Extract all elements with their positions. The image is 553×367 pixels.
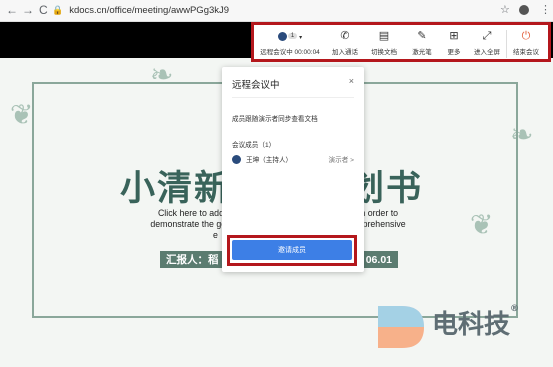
watermark-label: 电科技 [432, 310, 511, 340]
browser-bar: ← → C 🔒 kdocs.cn/office/meeting/awwPGg3k… [0, 0, 553, 22]
registered-mark: ® [510, 304, 520, 314]
member-row[interactable]: 王坤（主持人） 演示者 > [232, 153, 354, 165]
title-left: 小清新 [120, 169, 232, 209]
fullscreen-label: 进入全屏 [474, 49, 500, 56]
chevron-down-icon: ▾ [299, 35, 303, 41]
member-count: 会议成员（1） [232, 142, 276, 149]
join-call-button[interactable]: ✆ 加入通话 [326, 25, 364, 59]
brand-logo-icon [378, 306, 424, 348]
watermark-text: 电科技® [432, 304, 519, 341]
expand-icon: ⤢ [482, 30, 492, 42]
reporter-name: 汇报人：稻 [166, 254, 219, 266]
leaf-decoration-icon: ❦ [10, 99, 34, 130]
meeting-status[interactable]: 1 ▾ 远程会议中 00:00:04 [254, 25, 326, 59]
participants-icon: 1 ▾ [277, 29, 303, 43]
meeting-toolbar: 1 ▾ 远程会议中 00:00:04 ✆ 加入通话 ▤ 切换文档 ✎ 激光笔 ⊞ … [251, 22, 551, 62]
avatar [232, 154, 241, 164]
end-meeting-label: 结束会议 [513, 49, 539, 56]
more-label: 更多 [447, 49, 461, 56]
star-icon[interactable]: ☆ [500, 3, 510, 16]
lock-icon: 🔒 [52, 5, 64, 15]
power-icon: ⏻ [521, 30, 531, 42]
dialog-title: 远程会议中 [232, 80, 280, 91]
grid-icon: ⊞ [449, 30, 459, 42]
fullscreen-button[interactable]: ⤢ 进入全屏 [468, 25, 506, 59]
url-text: kdocs.cn/office/meeting/awwPGg3kJ9 [69, 5, 230, 16]
laser-pen-icon: ✎ [417, 30, 427, 42]
invite-members-button[interactable]: 邀请成员 [232, 240, 352, 260]
meeting-status-label: 远程会议中 [260, 49, 293, 56]
back-icon[interactable]: ← [6, 3, 18, 17]
close-icon[interactable]: × [349, 76, 354, 86]
dialog-divider [232, 97, 354, 98]
follow-presenter-note: 成员跟随演示者同步查看文档 [232, 116, 318, 123]
end-meeting-button[interactable]: ⏻ 结束会议 [507, 25, 545, 59]
member-name: 王坤（主持人） [246, 157, 293, 164]
member-role[interactable]: 演示者 > [329, 154, 354, 164]
reload-icon[interactable]: C [39, 3, 48, 17]
report-date: 06.01 [365, 253, 392, 266]
laser-pointer-label: 激光笔 [412, 49, 432, 56]
laser-pointer-button[interactable]: ✎ 激光笔 [404, 25, 440, 59]
participant-count: 1 [287, 33, 298, 40]
switch-document-button[interactable]: ▤ 切换文档 [364, 25, 404, 59]
address-bar[interactable]: 🔒 kdocs.cn/office/meeting/awwPGg3kJ9 [52, 2, 482, 19]
join-call-label: 加入通话 [332, 49, 358, 56]
profile-icon[interactable] [519, 5, 529, 15]
switch-document-label: 切换文档 [371, 49, 397, 56]
phone-icon: ✆ [340, 30, 350, 42]
forward-icon[interactable]: → [22, 3, 34, 17]
document-icon: ▤ [378, 30, 390, 42]
english-line3: e [213, 230, 218, 240]
meeting-timer: 00:00:04 [294, 49, 320, 56]
menu-icon[interactable]: ⋮ [540, 3, 551, 16]
more-button[interactable]: ⊞ 更多 [440, 25, 468, 59]
